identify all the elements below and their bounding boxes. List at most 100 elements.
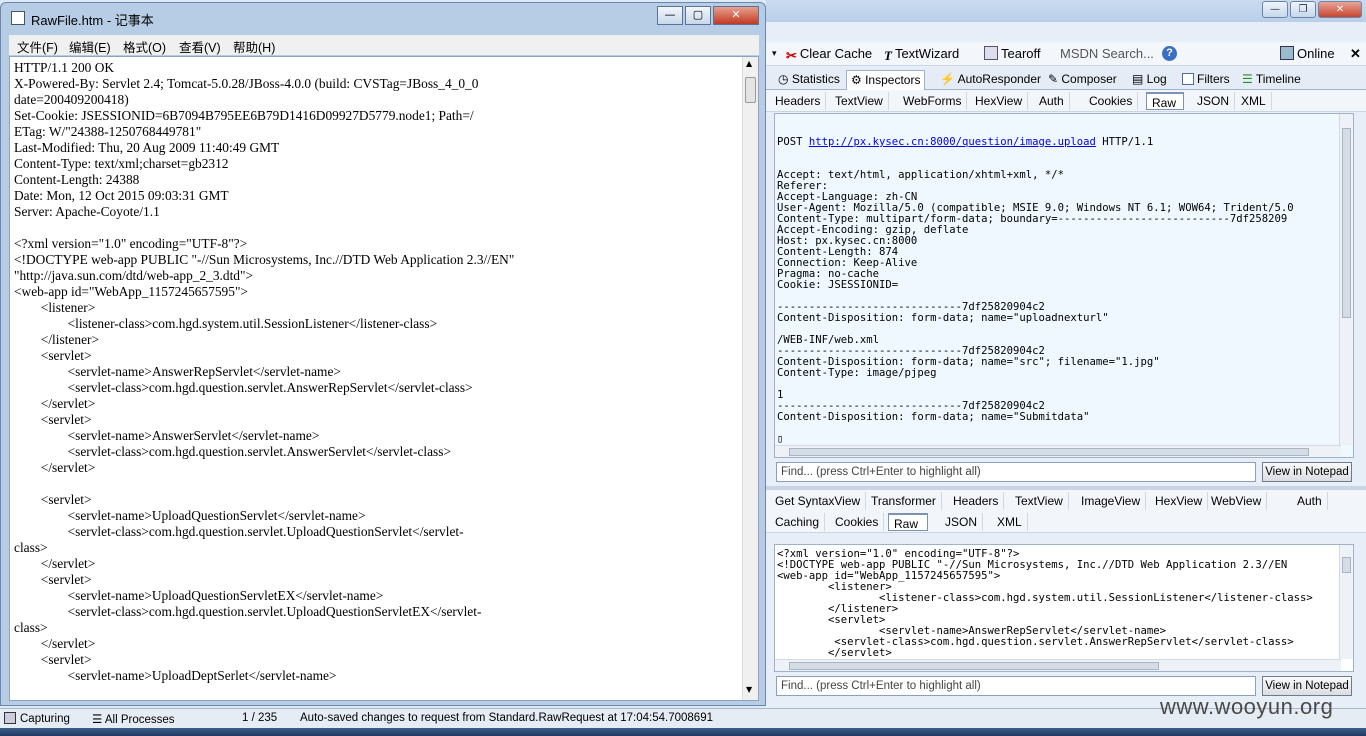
response-scroll-thumb[interactable] [1342, 557, 1351, 573]
fiddler-minimize-button[interactable]: — [1262, 1, 1288, 18]
response-hscroll-thumb[interactable] [789, 662, 1159, 670]
notepad-text-line: </servlet> [14, 556, 96, 571]
req-tab-cookies[interactable]: Cookies [1084, 92, 1139, 110]
tearoff-button[interactable]: Tearoff [984, 46, 1041, 61]
request-raw-pane[interactable]: POST http://px.kysec.cn:8000/question/im… [774, 113, 1354, 458]
req-tab-xml[interactable]: XML [1236, 92, 1272, 110]
fiddler-window: — ❐ ✕ ▾ ✂ Clear Cache T TextWizard Tearoff… [766, 0, 1366, 736]
tab-composer[interactable]: ✎ Composer [1044, 70, 1121, 90]
scroll-down-arrow-icon[interactable]: ▼ [746, 685, 752, 694]
menu-edit[interactable]: 编辑(E) [69, 37, 111, 56]
fiddler-maximize-button[interactable]: ❐ [1290, 1, 1316, 18]
response-raw-pane[interactable]: <?xml version="1.0" encoding="UTF-8"?> <!… [774, 544, 1354, 672]
resp-tab-xml[interactable]: XML [992, 513, 1028, 531]
tab-inspectors[interactable]: ⚙ Inspectors [846, 70, 926, 90]
response-text-line: </servlet> [777, 647, 892, 659]
req-tab-auth[interactable]: Auth [1034, 92, 1070, 110]
timeline-icon: ☰ [1242, 72, 1256, 86]
resp-tab-transformer[interactable]: Transformer [866, 492, 942, 510]
notepad-text-line: Date: Mon, 12 Oct 2015 09:03:31 GMT [14, 188, 229, 203]
response-vertical-scrollbar[interactable] [1339, 545, 1353, 659]
tab-autoresponder[interactable]: ⚡ AutoResponder [936, 70, 1045, 90]
notepad-text-line: <!DOCTYPE web-app PUBLIC "-//Sun Microsy… [14, 252, 515, 267]
capturing-toggle[interactable]: Capturing [4, 712, 70, 725]
notepad-text-line: <servlet> [14, 572, 92, 587]
resp-tab-webview[interactable]: WebView [1206, 492, 1268, 510]
toolbar-dropdown-icon[interactable]: ▾ [772, 48, 777, 59]
close-panel-icon[interactable]: ✕ [1350, 46, 1361, 62]
req-tab-webforms[interactable]: WebForms [898, 92, 968, 110]
request-line: POST http://px.kysec.cn:8000/question/im… [777, 136, 1154, 148]
tab-log[interactable]: ▤ Log [1128, 70, 1171, 90]
response-find-input[interactable]: Find... (press Ctrl+Enter to highlight a… [776, 676, 1256, 696]
network-icon [1280, 46, 1294, 60]
request-find-input[interactable]: Find... (press Ctrl+Enter to highlight a… [776, 462, 1256, 482]
notepad-text-line: <servlet-name>AnswerRepServlet</servlet-… [14, 364, 341, 379]
fiddler-toolbar: ▾ ✂ Clear Cache T TextWizard Tearoff MSDN … [766, 42, 1366, 66]
textwizard-button[interactable]: T TextWizard [884, 46, 959, 63]
menu-file[interactable]: 文件(F) [17, 37, 58, 56]
notepad-text-line: <servlet> [14, 348, 92, 363]
notepad-text-line: <servlet-class>com.hgd.question.servlet.… [14, 524, 464, 539]
req-tab-hexview[interactable]: HexView [970, 92, 1029, 110]
tab-timeline[interactable]: ☰ Timeline [1238, 70, 1305, 90]
menu-format[interactable]: 格式(O) [123, 37, 166, 56]
help-icon[interactable]: ? [1162, 46, 1177, 61]
resp-tab-textview[interactable]: TextView [1010, 492, 1069, 510]
request-scroll-thumb[interactable] [1342, 128, 1351, 318]
resp-tab-headers[interactable]: Headers [948, 492, 1005, 510]
online-indicator[interactable]: Online [1280, 46, 1335, 61]
resp-tab-imageview[interactable]: ImageView [1076, 492, 1147, 510]
notepad-text-line [14, 476, 738, 492]
request-view-in-notepad-button[interactable]: View in Notepad [1262, 462, 1352, 482]
request-text-line: Cookie: JSESSIONID= [777, 279, 899, 291]
msdn-search-input[interactable]: MSDN Search... [1060, 46, 1154, 61]
req-tab-headers[interactable]: Headers [770, 92, 827, 110]
notepad-text-line: "http://java.sun.com/dtd/web-app_2_3.dtd… [14, 268, 254, 283]
response-horizontal-scrollbar[interactable] [775, 659, 1341, 671]
req-tab-json[interactable]: JSON [1192, 92, 1236, 110]
fiddler-close-button[interactable]: ✕ [1318, 1, 1362, 18]
notepad-scroll-thumb[interactable] [745, 77, 756, 103]
notepad-text-line: <servlet> [14, 412, 92, 427]
statistics-icon: ◷ [778, 72, 792, 86]
request-horizontal-scrollbar[interactable] [775, 445, 1341, 457]
inspectors-icon: ⚙ [851, 73, 866, 87]
autoresponder-icon: ⚡ [940, 72, 958, 86]
resp-tab-auth[interactable]: Auth [1292, 492, 1328, 510]
notepad-minimize-button[interactable]: — [657, 6, 683, 25]
request-vertical-scrollbar[interactable] [1339, 114, 1353, 445]
resp-tab-caching[interactable]: Caching [770, 513, 826, 531]
resp-tab-raw[interactable]: Raw [888, 513, 928, 531]
menu-help[interactable]: 帮助(H) [233, 37, 275, 56]
notepad-text-line: <servlet-name>UploadDeptSerlet</servlet-… [14, 668, 337, 683]
request-text-line: Accept: text/html, application/xhtml+xml… [777, 169, 1065, 181]
request-hscroll-thumb[interactable] [789, 448, 1309, 456]
resp-tab-syntaxview[interactable]: Get SyntaxView [770, 492, 867, 510]
filters-checkbox[interactable] [1182, 73, 1194, 85]
notepad-text-content: HTTP/1.1 200 OK X-Powered-By: Servlet 2.4… [14, 60, 738, 684]
response-view-in-notepad-button[interactable]: View in Notepad [1262, 676, 1352, 696]
notepad-text-area[interactable]: HTTP/1.1 200 OK X-Powered-By: Servlet 2.4… [9, 56, 759, 701]
notepad-text-line: <listener> [14, 300, 96, 315]
resp-tab-cookies[interactable]: Cookies [830, 513, 885, 531]
notepad-text-line: class> [14, 620, 48, 635]
tab-filters[interactable]: Filters [1178, 70, 1234, 90]
notepad-close-button[interactable]: ✕ [713, 6, 759, 25]
resp-tab-hexview[interactable]: HexView [1150, 492, 1209, 510]
notepad-text-line: class> [14, 540, 48, 555]
clear-cache-button[interactable]: ✂ Clear Cache [786, 46, 872, 63]
tab-statistics[interactable]: ◷ Statistics [774, 70, 844, 90]
process-filter[interactable]: ☰ All Processes [92, 712, 175, 726]
menu-view[interactable]: 查看(V) [179, 37, 221, 56]
req-tab-raw[interactable]: Raw [1146, 92, 1184, 110]
process-filter-icon: ☰ [92, 714, 105, 726]
resp-tab-json[interactable]: JSON [940, 513, 984, 531]
notepad-text-line: Content-Type: text/xml;charset=gb2312 [14, 156, 229, 171]
scroll-up-arrow-icon[interactable]: ▲ [746, 59, 752, 68]
request-url-link[interactable]: http://px.kysec.cn:8000/question/image.u… [809, 136, 1096, 148]
req-tab-textview[interactable]: TextView [830, 92, 889, 110]
notepad-maximize-button[interactable]: ▢ [685, 6, 711, 25]
notepad-vertical-scrollbar[interactable]: ▲ ▼ [742, 57, 758, 700]
request-text-line [777, 423, 1337, 434]
